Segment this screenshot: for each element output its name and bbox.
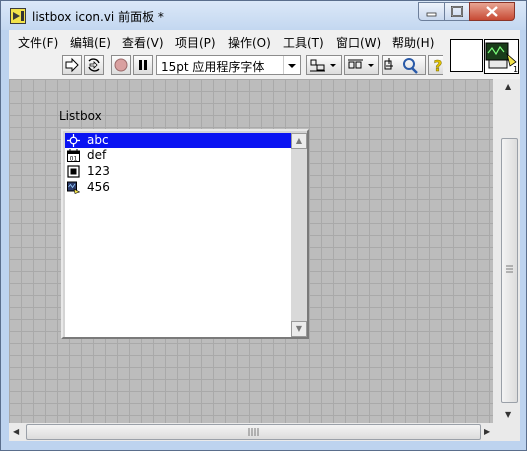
scroll-left-arrow-icon[interactable]: ◀ <box>13 427 19 436</box>
run-continuously-icon <box>88 58 100 72</box>
maximize-icon <box>451 6 463 17</box>
stop-square-icon <box>67 165 80 178</box>
scroll-down-arrow-icon[interactable]: ▼ <box>505 410 511 419</box>
minimize-button[interactable] <box>418 2 445 21</box>
menu-edit[interactable]: 编辑(E) <box>70 34 111 51</box>
toolbar: 15pt 应用程序字体 ? <box>9 52 448 79</box>
front-panel[interactable]: Listbox abc 01 def 123 456 ▲ ▼ <box>9 79 493 423</box>
menu-view[interactable]: 查看(V) <box>122 34 164 51</box>
scroll-up-button[interactable]: ▲ <box>291 133 307 149</box>
scrollbar-corner <box>493 423 520 441</box>
menu-operate[interactable]: 操作(O) <box>228 34 271 51</box>
maximize-button[interactable] <box>444 2 470 21</box>
svg-text:1: 1 <box>513 65 518 73</box>
connector-pane[interactable] <box>450 39 483 72</box>
crosshair-icon <box>67 134 80 147</box>
listbox-items: abc 01 def 123 456 <box>65 133 291 337</box>
vi-file-icon <box>67 181 80 194</box>
distribute-icon <box>348 59 374 69</box>
distribute-objects-button[interactable] <box>344 55 379 75</box>
pause-icon <box>139 60 147 70</box>
title-bar[interactable]: listbox icon.vi 前面板 * <box>1 1 526 30</box>
listbox-item-label: 456 <box>87 180 110 194</box>
reorder-icon <box>384 58 418 74</box>
listbox-item-123[interactable]: 123 <box>65 164 291 179</box>
chevron-down-icon <box>283 56 300 74</box>
close-button[interactable] <box>469 2 515 21</box>
labview-app-icon <box>10 8 26 24</box>
menu-file[interactable]: 文件(F) <box>18 34 58 51</box>
run-button[interactable] <box>62 55 82 75</box>
align-objects-button[interactable] <box>306 55 342 75</box>
grip-icon <box>506 265 513 273</box>
abort-icon <box>114 58 128 72</box>
vi-oscilloscope-icon: 1 <box>485 42 518 74</box>
close-icon <box>486 6 498 17</box>
abort-button[interactable] <box>111 55 131 75</box>
horizontal-scroll-thumb[interactable] <box>26 424 481 440</box>
listbox-item-label: def <box>87 148 107 162</box>
resize-reorder-button[interactable] <box>382 55 426 75</box>
run-arrow-icon <box>65 57 79 73</box>
listbox-item-label: abc <box>87 133 109 147</box>
listbox-item-def[interactable]: 01 def <box>65 148 291 163</box>
pause-button[interactable] <box>133 55 153 75</box>
menu-bar: 文件(F) 编辑(E) 查看(V) 项目(P) 操作(O) 工具(T) 窗口(W… <box>9 30 443 52</box>
horizontal-scrollbar[interactable]: ◀ ▶ <box>9 423 493 441</box>
listbox-item-abc[interactable]: abc <box>65 133 291 148</box>
svg-text:01: 01 <box>70 156 78 163</box>
scroll-down-button[interactable]: ▼ <box>291 321 307 337</box>
grip-icon <box>248 428 259 436</box>
window-title: listbox icon.vi 前面板 * <box>32 10 164 24</box>
menu-tools[interactable]: 工具(T) <box>283 34 324 51</box>
menu-help[interactable]: 帮助(H) <box>392 34 434 51</box>
listbox-item-456[interactable]: 456 <box>65 180 291 195</box>
listbox-item-label: 123 <box>87 164 110 178</box>
icon-panel: 1 <box>443 30 520 79</box>
svg-text:?: ? <box>434 57 443 74</box>
run-continuously-button[interactable] <box>84 55 104 75</box>
calendar-01-icon: 01 <box>67 149 80 162</box>
font-select-label: 15pt 应用程序字体 <box>161 60 265 74</box>
align-icon <box>310 59 336 72</box>
listbox-scrollbar[interactable]: ▲ ▼ <box>291 133 307 337</box>
vertical-scroll-thumb[interactable] <box>501 138 518 403</box>
listbox[interactable]: abc 01 def 123 456 ▲ ▼ <box>61 129 309 339</box>
listbox-caption: Listbox <box>59 109 102 123</box>
labview-window: listbox icon.vi 前面板 * 文件(F) 编辑(E) 查看(V) … <box>0 0 527 451</box>
menu-window[interactable]: 窗口(W) <box>336 34 381 51</box>
vi-icon[interactable]: 1 <box>484 39 519 74</box>
scroll-right-arrow-icon[interactable]: ▶ <box>484 427 490 436</box>
menu-project[interactable]: 项目(P) <box>175 34 216 51</box>
minimize-icon <box>426 12 437 17</box>
vertical-scrollbar[interactable]: ▲ ▼ <box>493 79 520 423</box>
scroll-up-arrow-icon[interactable]: ▲ <box>505 82 511 91</box>
font-select[interactable]: 15pt 应用程序字体 <box>156 55 301 75</box>
